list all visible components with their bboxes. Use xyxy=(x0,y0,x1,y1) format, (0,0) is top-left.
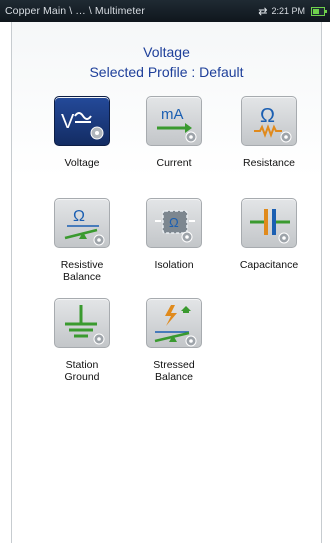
current-button[interactable]: mA xyxy=(146,96,202,146)
tile-station-ground[interactable]: Station Ground xyxy=(42,298,122,383)
tile-resistive-balance[interactable]: Ω Resistive Balance xyxy=(42,198,122,283)
battery-charging-icon xyxy=(311,6,327,16)
tile-resistance[interactable]: Ω Resistance xyxy=(229,96,309,169)
svg-text:Ω: Ω xyxy=(169,215,179,230)
tile-current[interactable]: mA Current xyxy=(134,96,214,169)
voltage-button[interactable]: V xyxy=(54,96,110,146)
resistance-button[interactable]: Ω xyxy=(241,96,297,146)
station-ground-button[interactable] xyxy=(54,298,110,348)
resistive-balance-icon: Ω xyxy=(64,208,105,246)
tile-stressed-balance[interactable]: Stressed Balance xyxy=(134,298,214,383)
capacitance-icon xyxy=(250,209,290,244)
tile-label: Station Ground xyxy=(64,359,100,383)
tile-voltage[interactable]: V Voltage xyxy=(42,96,122,169)
tile-capacitance[interactable]: Capacitance xyxy=(229,198,309,271)
status-right: ⇄ 2:21 PM xyxy=(258,5,327,18)
selected-profile: Selected Profile : Default xyxy=(89,64,244,80)
tile-label: Isolation xyxy=(154,259,194,271)
isolation-icon: Ω xyxy=(155,210,195,243)
tile-label: Resistance xyxy=(243,157,295,169)
status-bar: Copper Main \ … \ Multimeter ⇄ 2:21 PM xyxy=(0,0,330,22)
tile-label: Voltage xyxy=(64,157,100,169)
svg-text:mA: mA xyxy=(161,106,184,123)
resistance-icon: Ω xyxy=(254,105,292,143)
tile-isolation[interactable]: Ω Isolation xyxy=(134,198,214,271)
isolation-button[interactable]: Ω xyxy=(146,198,202,248)
tile-label: Current xyxy=(156,157,192,169)
capacitance-button[interactable] xyxy=(241,198,297,248)
breadcrumb[interactable]: Copper Main \ … \ Multimeter xyxy=(5,5,145,17)
resistive-balance-button[interactable]: Ω xyxy=(54,198,110,248)
sync-arrows-icon: ⇄ xyxy=(258,5,268,18)
tile-label: Capacitance xyxy=(239,259,299,271)
svg-text:Ω: Ω xyxy=(73,208,85,225)
page-title: Voltage xyxy=(143,44,190,60)
svg-text:V: V xyxy=(61,111,75,133)
svg-text:Ω: Ω xyxy=(260,105,275,127)
station-ground-icon xyxy=(65,305,105,345)
stressed-balance-button[interactable] xyxy=(146,298,202,348)
stressed-balance-icon xyxy=(154,305,197,347)
tile-label: Stressed Balance xyxy=(153,359,195,383)
tile-label: Resistive Balance xyxy=(60,259,104,283)
voltage-icon: V xyxy=(61,111,104,140)
clock: 2:21 PM xyxy=(271,6,305,16)
current-icon: mA xyxy=(157,106,197,143)
